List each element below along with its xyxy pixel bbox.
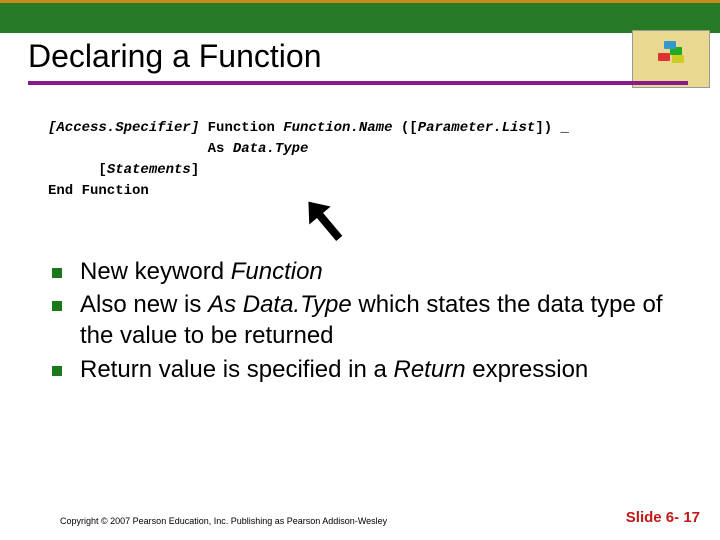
bullet-list: New keyword Function Also new is As Data…: [52, 256, 680, 387]
code-end-function: End Function: [48, 183, 149, 199]
title-underline: [28, 81, 688, 85]
title-area: Declaring a Function: [28, 38, 700, 85]
bullet-icon: [52, 268, 62, 278]
list-item: Return value is specified in a Return ex…: [52, 354, 680, 385]
footer: Copyright © 2007 Pearson Education, Inc.…: [60, 509, 700, 526]
list-item: New keyword Function: [52, 256, 680, 287]
code-data-type: Data.Type: [233, 141, 309, 157]
bullet-text: Also new is As Data.Type which states th…: [80, 289, 680, 351]
copyright-text: Copyright © 2007 Pearson Education, Inc.…: [60, 516, 387, 526]
code-parameter-list: Parameter.List: [418, 120, 536, 136]
slide-title: Declaring a Function: [28, 38, 700, 75]
slide-number: Slide 6- 17: [626, 509, 700, 526]
bullet-icon: [52, 301, 62, 311]
top-stripe: [0, 0, 720, 33]
code-syntax-block: [Access.Specifier] Function Function.Nam…: [48, 118, 680, 202]
bullet-text: New keyword Function: [80, 256, 323, 287]
code-access-specifier: [Access.Specifier]: [48, 120, 199, 136]
code-function-name: Function.Name: [283, 120, 392, 136]
bullet-text: Return value is specified in a Return ex…: [80, 354, 588, 385]
bullet-icon: [52, 366, 62, 376]
list-item: Also new is As Data.Type which states th…: [52, 289, 680, 351]
code-statements: Statements: [107, 162, 191, 178]
